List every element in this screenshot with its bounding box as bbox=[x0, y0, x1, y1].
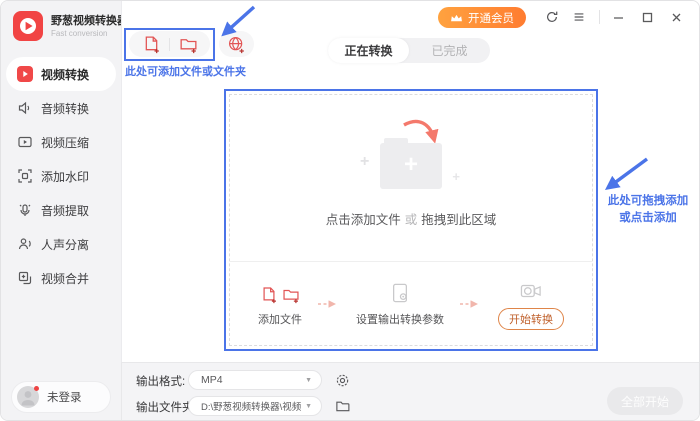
settings-file-icon bbox=[390, 282, 410, 304]
app-title: 野葱视频转换器 bbox=[51, 14, 128, 28]
output-format-label: 输出格式: bbox=[136, 373, 185, 389]
sidebar: 野葱视频转换器 Fast conversion 视频转换 音频转换 bbox=[1, 1, 121, 421]
vip-label: 开通会员 bbox=[468, 10, 514, 26]
sparkle-icon: + bbox=[452, 169, 460, 184]
sidebar-item-audio-convert[interactable]: 音频转换 bbox=[1, 91, 121, 125]
step-add-files: 添加文件 bbox=[258, 280, 302, 327]
conversion-tabs: 正在转换 已完成 bbox=[328, 38, 490, 63]
app-logo-icon bbox=[13, 11, 43, 41]
annotation-right-line2: 或点击添加 bbox=[596, 210, 700, 227]
hint-drag: 拖拽到此区域 bbox=[421, 213, 496, 227]
sidebar-item-label: 视频合并 bbox=[41, 270, 89, 287]
step-label: 添加文件 bbox=[258, 311, 302, 327]
login-label: 未登录 bbox=[47, 389, 82, 405]
plus-icon: + bbox=[380, 151, 442, 179]
dropzone-annotation-box: + + + 点击添加文件或拖拽到此区域 bbox=[224, 89, 598, 351]
sidebar-item-add-watermark[interactable]: 添加水印 bbox=[1, 159, 121, 193]
add-watermark-icon bbox=[17, 168, 33, 184]
dropzone-empty-state: + + + 点击添加文件或拖拽到此区域 bbox=[230, 95, 592, 261]
video-merge-icon bbox=[17, 270, 33, 286]
start-all-button[interactable]: 全部开始 bbox=[607, 387, 683, 415]
sidebar-item-label: 人声分离 bbox=[41, 236, 89, 253]
output-format-select[interactable]: MP4 ▼ bbox=[188, 370, 322, 390]
sidebar-item-audio-extract[interactable]: 音频提取 bbox=[1, 193, 121, 227]
sidebar-item-label: 添加水印 bbox=[41, 168, 89, 185]
file-dropzone[interactable]: + + + 点击添加文件或拖拽到此区域 bbox=[229, 94, 593, 346]
hint-click: 点击添加文件 bbox=[326, 213, 401, 227]
add-file-icon bbox=[260, 286, 278, 304]
video-convert-icon bbox=[17, 66, 33, 82]
refresh-button[interactable] bbox=[544, 9, 560, 25]
login-button[interactable]: 未登录 bbox=[11, 381, 111, 413]
close-icon bbox=[670, 11, 683, 24]
app-subtitle: Fast conversion bbox=[51, 28, 128, 39]
annotation-right-line1: 此处可拖拽添加 bbox=[596, 193, 700, 210]
open-folder-button[interactable] bbox=[334, 397, 350, 413]
sidebar-item-video-merge[interactable]: 视频合并 bbox=[1, 261, 121, 295]
add-file-icon bbox=[142, 35, 161, 54]
menu-button[interactable] bbox=[571, 9, 587, 25]
output-folder-select[interactable]: D:\野葱视频转换器\视频转换 ▼ bbox=[188, 396, 322, 416]
hamburger-icon bbox=[572, 10, 586, 24]
audio-convert-icon bbox=[17, 100, 33, 116]
sidebar-item-label: 视频压缩 bbox=[41, 134, 89, 151]
hint-or: 或 bbox=[405, 213, 418, 227]
tab-completed[interactable]: 已完成 bbox=[409, 38, 490, 63]
open-vip-button[interactable]: 开通会员 bbox=[438, 7, 526, 28]
close-button[interactable] bbox=[668, 9, 684, 25]
audio-extract-icon bbox=[17, 202, 33, 218]
sidebar-item-label: 音频转换 bbox=[41, 100, 89, 117]
add-folder-button[interactable] bbox=[170, 31, 206, 57]
maximize-icon bbox=[641, 11, 654, 24]
step-arrow-icon bbox=[459, 299, 483, 309]
sidebar-item-video-convert[interactable]: 视频转换 bbox=[6, 57, 116, 91]
sparkle-icon: + bbox=[360, 153, 369, 171]
add-file-button[interactable] bbox=[133, 31, 169, 57]
add-folder-icon bbox=[179, 35, 198, 54]
add-folder-icon bbox=[282, 286, 300, 304]
crown-icon bbox=[450, 13, 463, 23]
folder-illustration: + + + bbox=[380, 143, 442, 189]
sidebar-item-vocal-separate[interactable]: 人声分离 bbox=[1, 227, 121, 261]
step-label: 设置输出转换参数 bbox=[356, 311, 444, 327]
sidebar-item-label: 视频转换 bbox=[41, 66, 89, 83]
refresh-icon bbox=[545, 10, 559, 24]
sidebar-item-video-compress[interactable]: 视频压缩 bbox=[1, 125, 121, 159]
sidebar-menu: 视频转换 音频转换 视频压缩 添加水印 bbox=[1, 57, 121, 295]
minimize-icon bbox=[612, 11, 625, 24]
add-url-button[interactable] bbox=[219, 31, 254, 57]
chevron-down-icon: ▼ bbox=[305, 377, 312, 384]
add-toolbar bbox=[129, 31, 210, 57]
app-window: 野葱视频转换器 Fast conversion 视频转换 音频转换 bbox=[0, 0, 700, 421]
output-format-value: MP4 bbox=[201, 374, 301, 386]
footer-bar: 输出格式: MP4 ▼ 输出文件夹: D:\野葱视频转换器\视频转换 ▼ 全部开… bbox=[121, 362, 699, 420]
minimize-button[interactable] bbox=[610, 9, 626, 25]
camera-icon bbox=[519, 281, 543, 301]
chevron-down-icon: ▼ bbox=[305, 403, 312, 410]
format-settings-button[interactable] bbox=[334, 372, 350, 388]
tab-converting[interactable]: 正在转换 bbox=[328, 38, 409, 63]
vocal-separate-icon bbox=[17, 236, 33, 252]
step-label: 开始转换 bbox=[498, 308, 564, 330]
globe-icon bbox=[227, 35, 246, 54]
step-set-params: 设置输出转换参数 bbox=[356, 280, 444, 327]
main-area: 开通会员 bbox=[121, 1, 699, 364]
dropzone-hint: 点击添加文件或拖拽到此区域 bbox=[326, 209, 497, 228]
folder-icon bbox=[335, 398, 350, 413]
annotation-top-text: 此处可添加文件或文件夹 bbox=[125, 63, 246, 79]
gear-icon bbox=[335, 373, 350, 388]
notification-dot bbox=[34, 386, 39, 391]
annotation-right-text: 此处可拖拽添加 或点击添加 bbox=[596, 193, 700, 227]
step-arrow-icon bbox=[317, 299, 341, 309]
step-start-convert: 开始转换 bbox=[498, 277, 564, 330]
app-logo: 野葱视频转换器 Fast conversion bbox=[13, 11, 128, 41]
maximize-button[interactable] bbox=[639, 9, 655, 25]
titlebar-divider bbox=[599, 10, 600, 24]
workflow-steps: 添加文件 设置输出转换参数 bbox=[230, 261, 592, 345]
output-folder-value: D:\野葱视频转换器\视频转换 bbox=[201, 399, 301, 413]
sidebar-item-label: 音频提取 bbox=[41, 202, 89, 219]
video-compress-icon bbox=[17, 134, 33, 150]
avatar bbox=[17, 386, 39, 408]
